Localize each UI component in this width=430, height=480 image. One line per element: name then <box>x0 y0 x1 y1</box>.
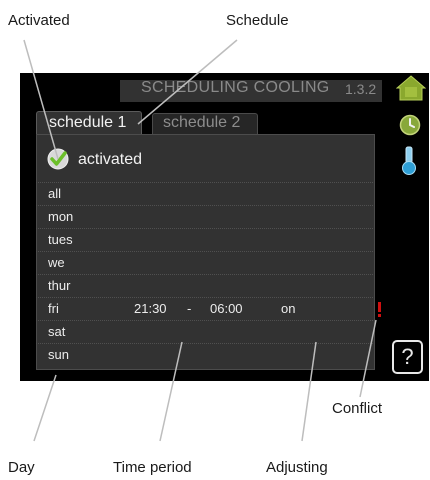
tab-schedule-2-label: schedule 2 <box>163 114 241 131</box>
conflict-callout: Conflict <box>332 400 383 417</box>
day-callout: Day <box>8 459 35 476</box>
house-icon[interactable] <box>396 75 426 101</box>
warning-icon-dot <box>378 314 381 317</box>
day-leader <box>33 374 57 442</box>
end-time: 06:00 <box>210 301 243 316</box>
day-row[interactable]: mon <box>36 205 373 228</box>
screen-title: SCHEDULING COOLING <box>141 79 330 96</box>
day-label: sun <box>48 347 69 362</box>
day-row[interactable]: fri 21:30 - 06:00 on <box>36 297 373 320</box>
day-row[interactable]: tues <box>36 228 373 251</box>
day-label: sat <box>48 324 66 339</box>
adjusting-value: on <box>281 301 296 316</box>
warning-icon <box>378 302 381 312</box>
activated-label: activated <box>78 151 143 168</box>
day-label: fri <box>48 301 59 316</box>
day-label: mon <box>48 209 74 224</box>
menu-number: 1.3.2 <box>345 81 377 97</box>
activated-callout: Activated <box>8 12 70 29</box>
day-row[interactable]: we <box>36 251 373 274</box>
day-row[interactable]: thur <box>36 274 373 297</box>
day-label: thur <box>48 278 71 293</box>
schedule-callout: Schedule <box>226 12 289 29</box>
day-label: all <box>48 186 62 201</box>
adjusting-callout: Adjusting <box>266 459 328 476</box>
start-time: 21:30 <box>134 301 167 316</box>
help-icon[interactable]: ? <box>392 340 423 374</box>
tab-schedule-1-label: schedule 1 <box>49 114 127 131</box>
day-row[interactable]: sat <box>36 320 373 343</box>
day-row[interactable]: sun <box>36 343 373 366</box>
day-label: tues <box>48 232 73 247</box>
clock-icon[interactable] <box>399 114 421 136</box>
time-separator: - <box>187 301 192 316</box>
time-period-callout: Time period <box>113 459 192 476</box>
thermometer-icon[interactable] <box>401 146 417 176</box>
activated-checkbox[interactable] <box>47 148 69 170</box>
day-label: we <box>48 255 65 270</box>
day-row[interactable]: all <box>36 182 373 205</box>
